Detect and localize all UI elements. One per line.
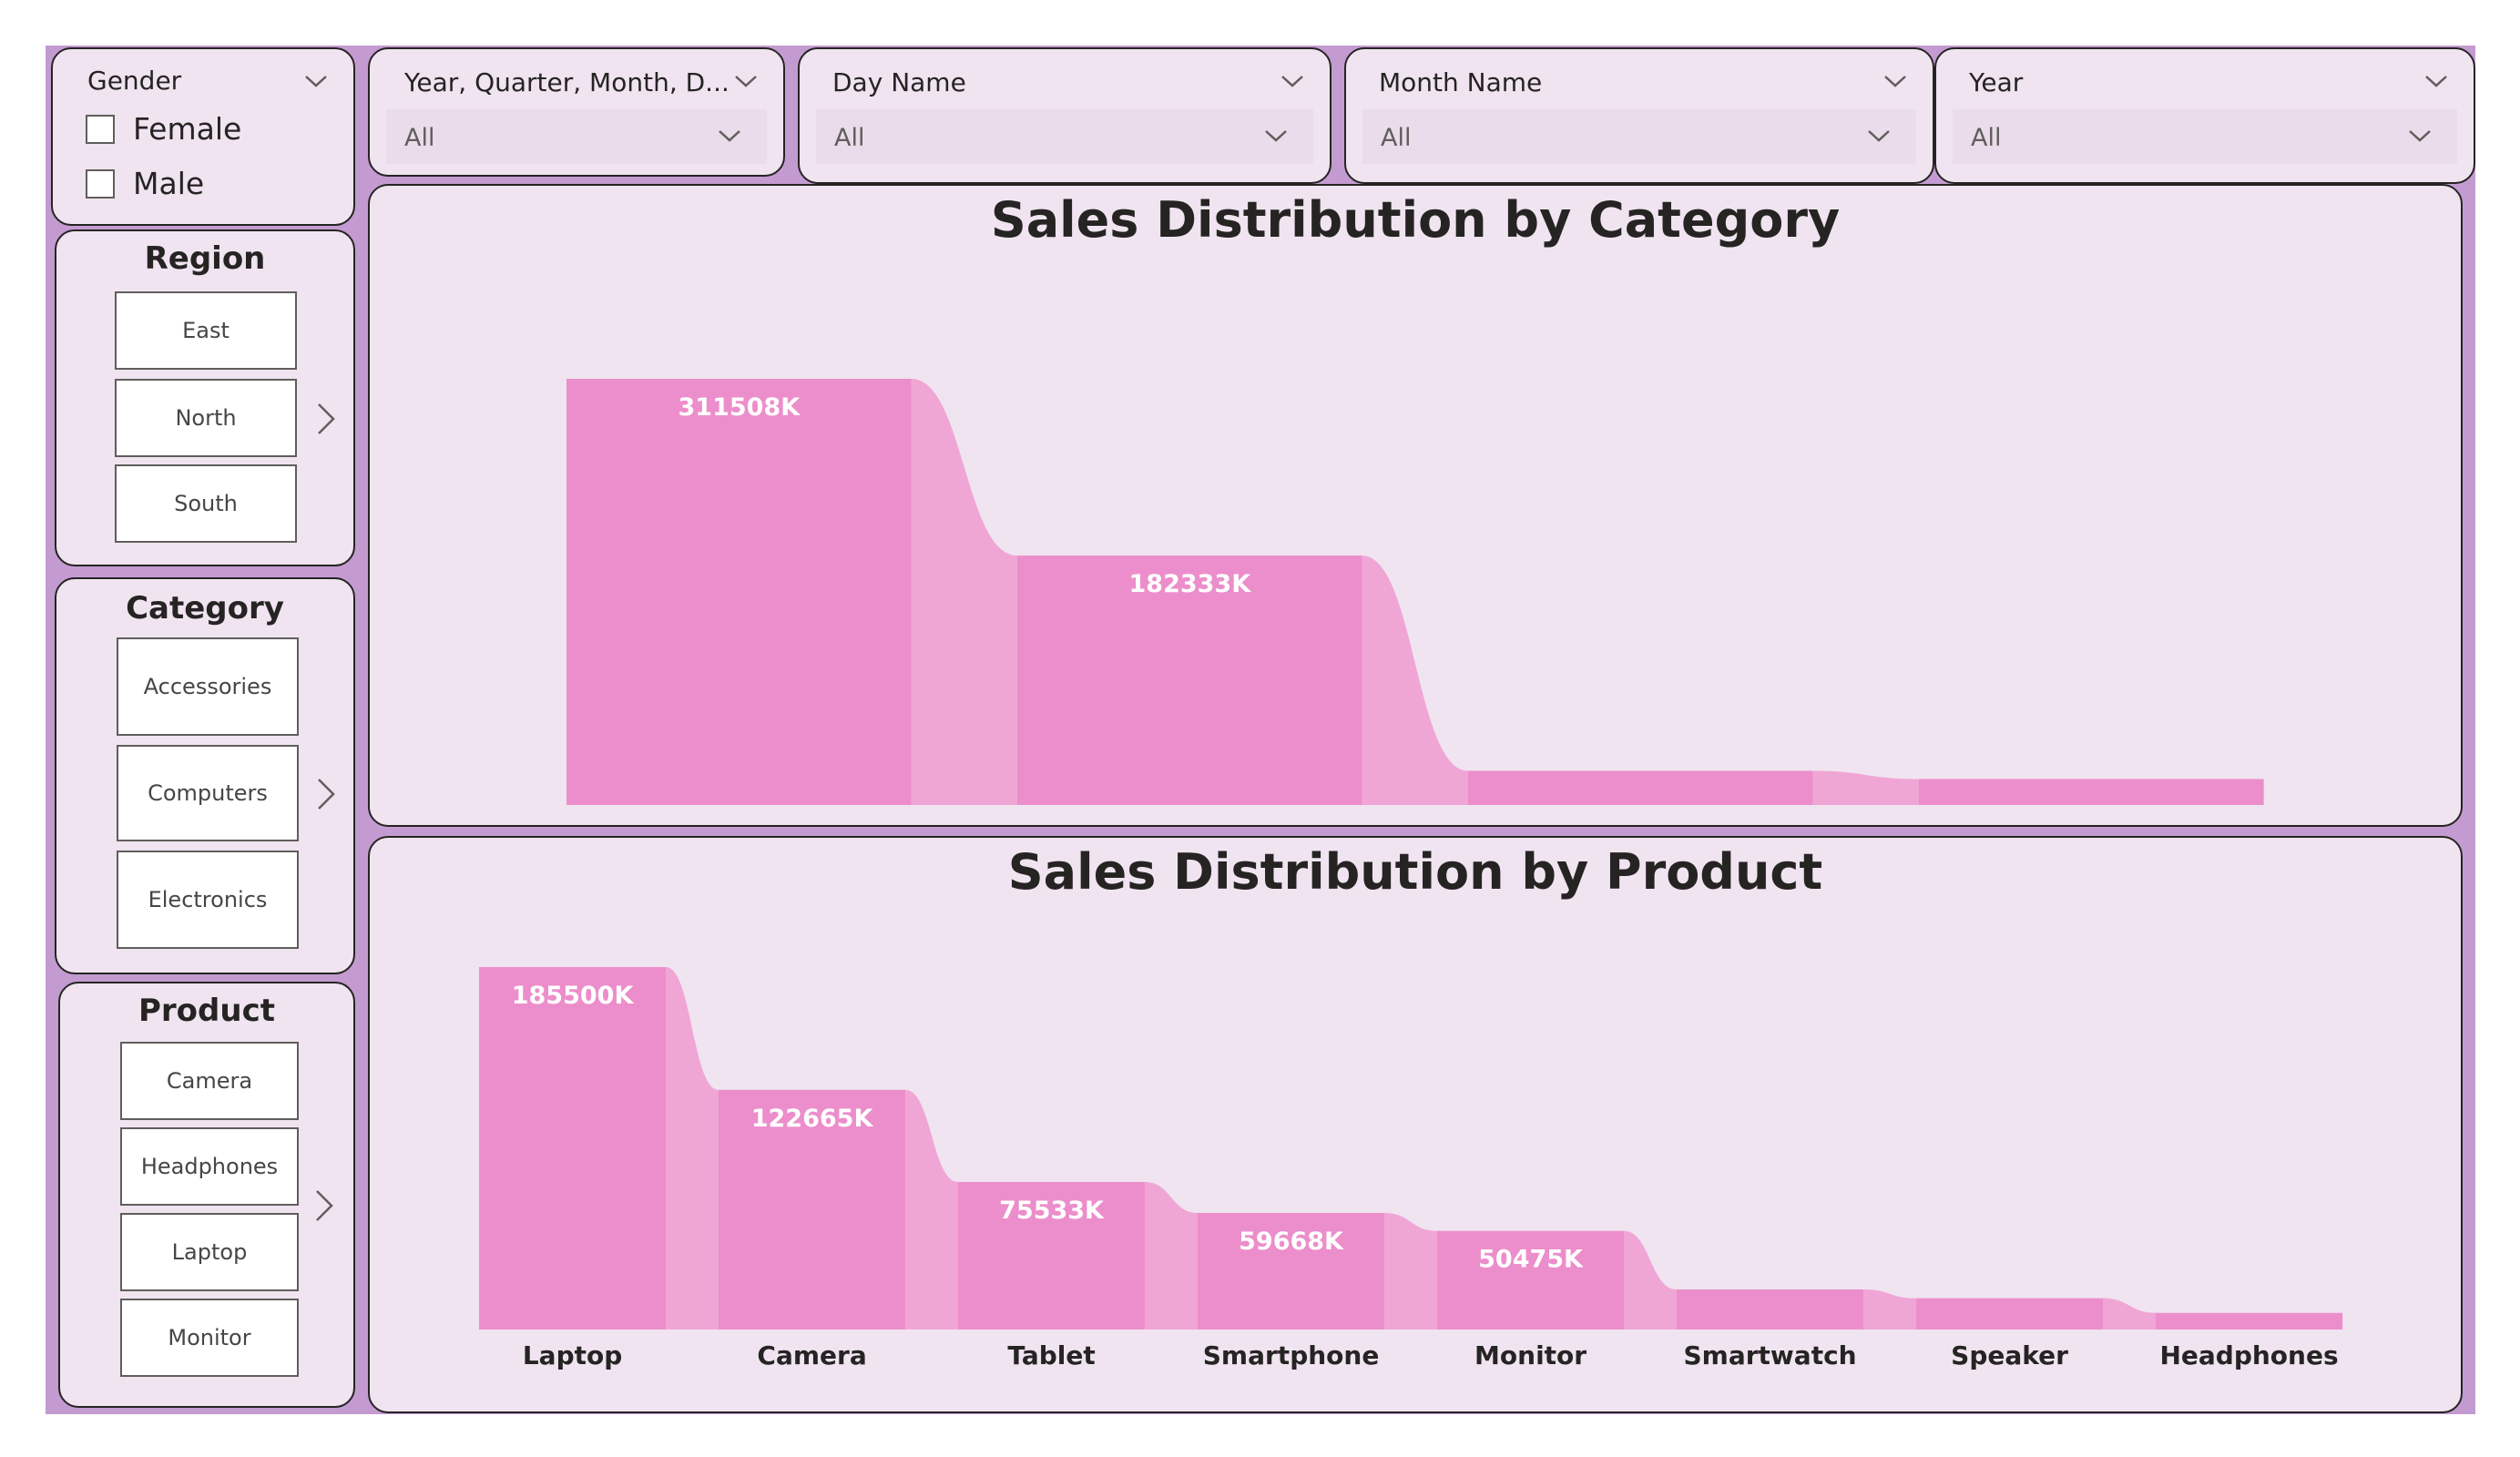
data-label: 50475K bbox=[1478, 1246, 1584, 1274]
region-tile-east[interactable]: East bbox=[115, 291, 297, 370]
year-slicer: Year All bbox=[1934, 47, 2475, 184]
chevron-down-icon[interactable] bbox=[302, 67, 330, 95]
bar-computers[interactable] bbox=[566, 379, 912, 805]
dropdown-value: All bbox=[1971, 124, 2002, 152]
product-slicer-title: Product bbox=[138, 993, 275, 1029]
category-tick-label: Electronics bbox=[1111, 821, 1270, 825]
date-hierarchy-slicer: Year, Quarter, Month, D... All bbox=[368, 47, 785, 177]
data-label: 182333K bbox=[1129, 570, 1252, 598]
chevron-down-icon[interactable] bbox=[716, 122, 743, 149]
gender-option-label: Female bbox=[133, 111, 242, 147]
ribbon-accessories bbox=[1812, 770, 1919, 805]
checkbox-icon[interactable] bbox=[86, 168, 115, 199]
category-tile-computers[interactable]: Computers bbox=[117, 745, 299, 841]
category-tick-label: Laptop bbox=[523, 1340, 622, 1370]
category-tick-label: Computers bbox=[660, 821, 817, 825]
category-tile-accessories[interactable]: Accessories bbox=[117, 637, 299, 736]
product-ribbon-chart: Sales Distribution by Product 185500K Lap… bbox=[368, 836, 2463, 1413]
bar-laptop[interactable] bbox=[479, 967, 667, 1330]
region-tile-south[interactable]: South bbox=[115, 464, 297, 543]
chevron-right-icon[interactable] bbox=[313, 776, 339, 812]
year-title: Year bbox=[1969, 67, 2024, 97]
category-tick-label: Speaker bbox=[1951, 1340, 2068, 1370]
dropdown-value: All bbox=[1381, 124, 1412, 152]
date-hierarchy-dropdown[interactable]: All bbox=[386, 109, 767, 164]
category-ribbon-chart: Sales Distribution by Category 311508KCo… bbox=[368, 184, 2463, 827]
ribbon-monitor bbox=[1624, 1230, 1677, 1330]
product-tile-headphones[interactable]: Headphones bbox=[120, 1127, 299, 1206]
bar-accessories[interactable] bbox=[1468, 770, 1813, 805]
month-name-title: Month Name bbox=[1379, 67, 1543, 97]
category-chart-plot: 311508K Computers 182333K Electronics Access… bbox=[566, 379, 2264, 825]
chevron-down-icon[interactable] bbox=[1279, 67, 1306, 95]
day-name-title: Day Name bbox=[832, 67, 966, 97]
bar-wearables[interactable] bbox=[1919, 779, 2264, 805]
day-name-dropdown[interactable]: All bbox=[816, 109, 1313, 164]
gender-slicer: Gender Female Male bbox=[51, 47, 355, 226]
category-tile-electronics[interactable]: Electronics bbox=[117, 851, 299, 949]
bar-speaker[interactable] bbox=[1916, 1298, 2104, 1330]
ribbon-smartphone bbox=[1384, 1212, 1437, 1330]
data-label: 185500K bbox=[512, 982, 635, 1010]
category-tick-label: Accessories bbox=[1556, 821, 1726, 825]
date-hierarchy-title: Year, Quarter, Month, D... bbox=[404, 67, 729, 97]
data-label: 122665K bbox=[751, 1105, 874, 1133]
data-label: 75533K bbox=[999, 1197, 1105, 1225]
category-tick-label: Headphones bbox=[2159, 1340, 2338, 1370]
product-chart-plot: 185500K Laptop 122665K Camera 75533K Tablet 59… bbox=[479, 967, 2343, 1370]
data-label: 59668K bbox=[1239, 1228, 1344, 1256]
chevron-down-icon[interactable] bbox=[1882, 67, 1909, 95]
category-slicer-title: Category bbox=[126, 590, 284, 627]
ribbon-computers bbox=[911, 379, 1017, 805]
ribbon-electronics bbox=[1362, 555, 1468, 805]
chevron-right-icon[interactable] bbox=[311, 1187, 337, 1224]
ribbon-smartwatch bbox=[1863, 1289, 1916, 1330]
bar-headphones[interactable] bbox=[2156, 1312, 2343, 1330]
product-tile-camera[interactable]: Camera bbox=[120, 1042, 299, 1120]
product-slicer: Product Camera Headphones Laptop Monitor bbox=[58, 982, 355, 1408]
category-tick-label: Smartphone bbox=[1203, 1340, 1380, 1370]
category-tick-label: Wearables bbox=[2015, 821, 2167, 825]
gender-option-female[interactable]: Female bbox=[86, 111, 241, 147]
day-name-slicer: Day Name All bbox=[798, 47, 1331, 184]
product-tile-monitor[interactable]: Monitor bbox=[120, 1299, 299, 1377]
category-slicer: Category Accessories Computers Electroni… bbox=[55, 577, 355, 974]
month-name-dropdown[interactable]: All bbox=[1362, 109, 1916, 164]
product-tile-laptop[interactable]: Laptop bbox=[120, 1213, 299, 1291]
category-tick-label: Smartwatch bbox=[1684, 1340, 1857, 1370]
gender-option-label: Male bbox=[133, 166, 205, 201]
category-tick-label: Camera bbox=[757, 1340, 866, 1370]
ribbon-camera bbox=[905, 1089, 958, 1330]
region-slicer: Region East North South bbox=[55, 229, 355, 566]
checkbox-icon[interactable] bbox=[86, 114, 115, 144]
ribbon-tablet bbox=[1145, 1181, 1198, 1330]
gender-option-male[interactable]: Male bbox=[86, 166, 204, 201]
gender-slicer-title: Gender bbox=[87, 66, 182, 96]
category-tick-label: Tablet bbox=[1007, 1340, 1095, 1370]
chevron-down-icon[interactable] bbox=[1865, 122, 1893, 149]
report-canvas: Gender Female Male Year, Quarter, Month,… bbox=[46, 46, 2475, 1414]
region-tile-north[interactable]: North bbox=[115, 379, 297, 457]
bar-smartwatch[interactable] bbox=[1677, 1289, 1864, 1330]
data-label: 311508K bbox=[678, 393, 801, 422]
month-name-slicer: Month Name All bbox=[1344, 47, 1934, 184]
chevron-down-icon[interactable] bbox=[2423, 67, 2450, 95]
chevron-right-icon[interactable] bbox=[313, 401, 339, 437]
chevron-down-icon[interactable] bbox=[1262, 122, 1290, 149]
ribbon-speaker bbox=[2103, 1298, 2156, 1330]
region-slicer-title: Region bbox=[144, 240, 266, 277]
dropdown-value: All bbox=[404, 124, 435, 152]
ribbon-laptop bbox=[666, 967, 719, 1330]
category-tick-label: Monitor bbox=[1474, 1340, 1586, 1370]
chevron-down-icon[interactable] bbox=[2406, 122, 2433, 149]
dropdown-value: All bbox=[834, 124, 865, 152]
year-dropdown[interactable]: All bbox=[1953, 109, 2457, 164]
chevron-down-icon[interactable] bbox=[732, 67, 760, 95]
